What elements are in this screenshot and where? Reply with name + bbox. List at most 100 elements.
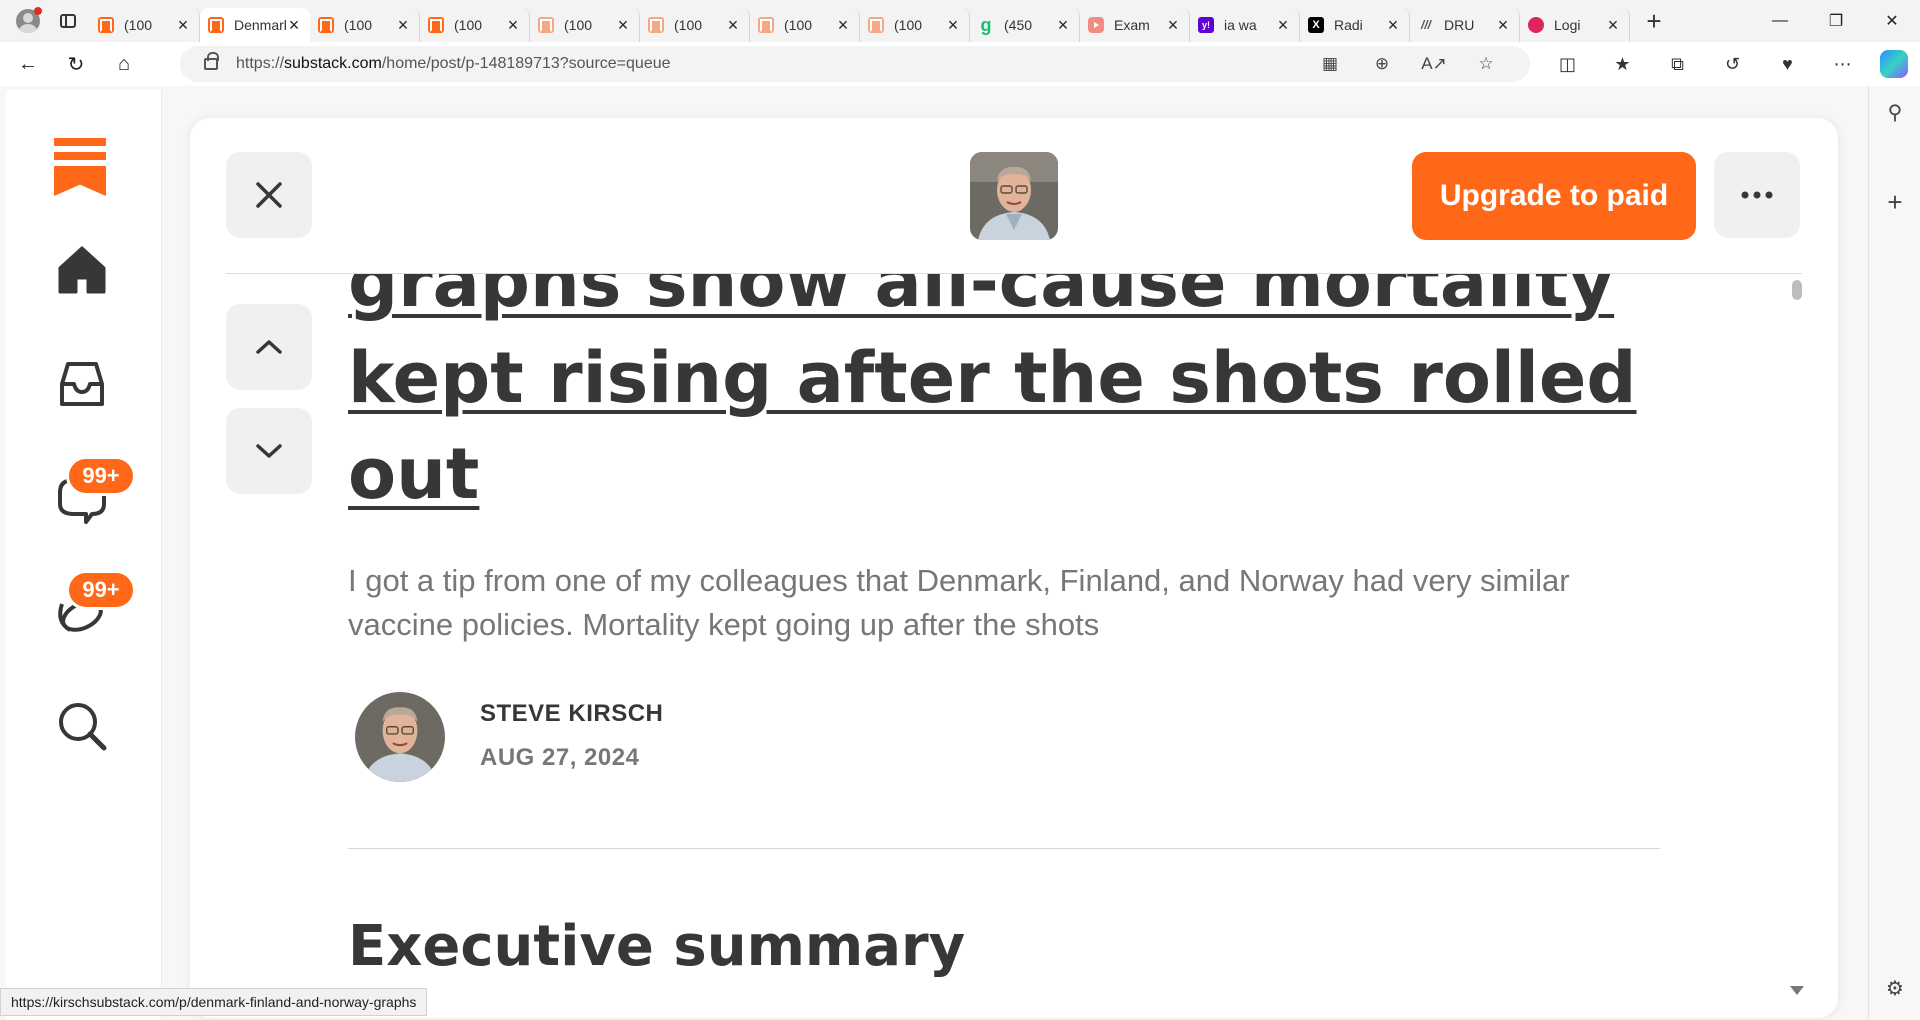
zoom-icon[interactable]: ⊕ <box>1356 54 1408 74</box>
browser-tab[interactable]: (100 × <box>530 8 640 42</box>
more-options-button[interactable] <box>1714 152 1800 238</box>
apps-icon[interactable]: ▦ <box>1304 54 1356 74</box>
post-reader-modal: Upgrade to paid graphs show all-cause mo… <box>190 118 1838 1018</box>
chat-badge: 99+ <box>66 456 136 496</box>
browser-tab[interactable]: /// DRU × <box>1410 8 1520 42</box>
tab-label: (100 <box>784 17 813 33</box>
grammarly-icon: g <box>980 14 992 35</box>
author-avatar[interactable] <box>355 692 445 782</box>
lock-icon[interactable] <box>204 52 219 70</box>
upgrade-to-paid-button[interactable]: Upgrade to paid <box>1412 152 1696 240</box>
substack-logo-icon[interactable] <box>54 138 106 196</box>
tab-close-icon[interactable]: × <box>725 16 741 34</box>
yahoo-icon: y! <box>1198 17 1214 33</box>
browser-tab[interactable]: (100 × <box>750 8 860 42</box>
section-heading: Executive summary <box>348 914 966 979</box>
tab-label: (100 <box>674 17 703 33</box>
refresh-icon[interactable]: ↻ <box>56 46 96 82</box>
split-screen-icon[interactable]: ◫ <box>1540 54 1595 75</box>
tab-label: (100 <box>564 17 593 33</box>
post-title[interactable]: graphs show all-cause mortality kept ris… <box>348 274 1648 522</box>
browser-tab[interactable]: (100 × <box>90 8 200 42</box>
tab-close-icon[interactable]: × <box>1385 16 1401 34</box>
browser-tab[interactable]: Exam × <box>1080 8 1190 42</box>
browser-tab[interactable]: Denmark × <box>200 8 310 42</box>
close-post-button[interactable] <box>226 152 312 238</box>
tab-close-icon[interactable]: × <box>945 16 961 34</box>
tab-label: Radi <box>1334 17 1363 33</box>
collections-icon[interactable]: ⧉ <box>1650 54 1705 75</box>
author-photo[interactable] <box>970 152 1058 240</box>
home-icon[interactable]: ⌂ <box>104 46 144 82</box>
content-divider <box>348 848 1660 849</box>
scrollbar-thumb[interactable] <box>1792 280 1802 300</box>
browser-tab[interactable]: g (450 × <box>970 8 1080 42</box>
sidebar-search-icon[interactable]: ⚲ <box>1869 86 1920 138</box>
history-icon[interactable]: ↺ <box>1705 54 1760 75</box>
tab-close-icon[interactable]: × <box>1605 16 1621 34</box>
address-bar[interactable]: https://substack.com/home/post/p-1481897… <box>180 46 1530 82</box>
substack-icon <box>318 17 334 33</box>
browser-tab[interactable]: y! ia wa × <box>1190 8 1300 42</box>
profile-avatar-icon[interactable] <box>12 5 44 37</box>
tab-label: DRU <box>1444 17 1475 33</box>
substack-icon <box>208 17 224 33</box>
author-name[interactable]: STEVE KIRSCH <box>480 700 663 728</box>
chevron-up-icon <box>256 340 282 354</box>
tab-label: Logi <box>1554 17 1581 33</box>
tab-close-icon[interactable]: × <box>835 16 851 34</box>
url-text[interactable]: https://substack.com/home/post/p-1481897… <box>236 55 671 73</box>
tab-close-icon[interactable]: × <box>395 16 411 34</box>
substack-icon <box>98 17 114 33</box>
tab-label: (100 <box>124 17 153 33</box>
browser-tab[interactable]: (100 × <box>310 8 420 42</box>
inbox-nav-icon[interactable] <box>52 354 112 414</box>
activity-badge: 99+ <box>66 570 136 610</box>
post-date: AUG 27, 2024 <box>480 744 640 771</box>
youtube-icon <box>1088 17 1104 33</box>
browser-tab[interactable]: Logi × <box>1520 8 1630 42</box>
tab-close-icon[interactable]: × <box>505 16 521 34</box>
read-aloud-icon[interactable]: A↗ <box>1408 54 1460 74</box>
sidebar-settings-icon[interactable]: ⚙ <box>1869 962 1920 1014</box>
browser-tab[interactable]: (100 × <box>420 8 530 42</box>
restore-icon[interactable]: ❐ <box>1808 0 1864 42</box>
substack-faded-icon <box>758 17 774 33</box>
more-menu-icon[interactable]: ⋯ <box>1815 54 1870 75</box>
browser-tab[interactable]: X Radi × <box>1300 8 1410 42</box>
back-icon[interactable]: ← <box>8 46 48 82</box>
tab-close-icon[interactable]: × <box>1165 16 1181 34</box>
tab-label: (100 <box>344 17 373 33</box>
window-close-icon[interactable]: ✕ <box>1864 0 1920 42</box>
tab-actions-icon[interactable] <box>52 5 84 37</box>
home-nav-icon[interactable] <box>52 240 112 300</box>
tab-label: ia wa <box>1224 17 1257 33</box>
drudge-icon: /// <box>1420 18 1431 32</box>
post-subtitle: I got a tip from one of my colleagues th… <box>348 563 1570 642</box>
red-icon <box>1528 17 1544 33</box>
browser-tab[interactable]: (100 × <box>640 8 750 42</box>
previous-post-button[interactable] <box>226 304 312 390</box>
sidebar-add-icon[interactable]: + <box>1869 176 1920 228</box>
tab-close-icon[interactable]: × <box>1055 16 1071 34</box>
favorites-icon[interactable]: ★ <box>1595 54 1650 75</box>
copilot-icon[interactable] <box>1880 50 1908 78</box>
next-post-button[interactable] <box>226 408 312 494</box>
browser-sidebar: ⚲ + ⚙ <box>1868 86 1920 1020</box>
search-nav-icon[interactable] <box>52 696 112 756</box>
favorite-star-icon[interactable]: ☆ <box>1460 54 1512 74</box>
browser-tab[interactable]: (100 × <box>860 8 970 42</box>
scroll-down-arrow-icon[interactable] <box>1790 986 1804 995</box>
substack-faded-icon <box>538 17 554 33</box>
tab-close-icon[interactable]: × <box>175 16 191 34</box>
performance-icon[interactable]: ♥ <box>1760 54 1815 75</box>
web-page: 99+ 99+ Upgrade to paid graphs show all-… <box>0 86 1868 1020</box>
tab-close-icon[interactable]: × <box>286 16 302 34</box>
tab-close-icon[interactable]: × <box>615 16 631 34</box>
tab-label: Exam <box>1114 17 1150 33</box>
chevron-down-icon <box>256 444 282 458</box>
tab-close-icon[interactable]: × <box>1275 16 1291 34</box>
tab-close-icon[interactable]: × <box>1495 16 1511 34</box>
new-tab-button[interactable]: + <box>1638 5 1670 37</box>
minimize-icon[interactable]: — <box>1752 0 1808 42</box>
